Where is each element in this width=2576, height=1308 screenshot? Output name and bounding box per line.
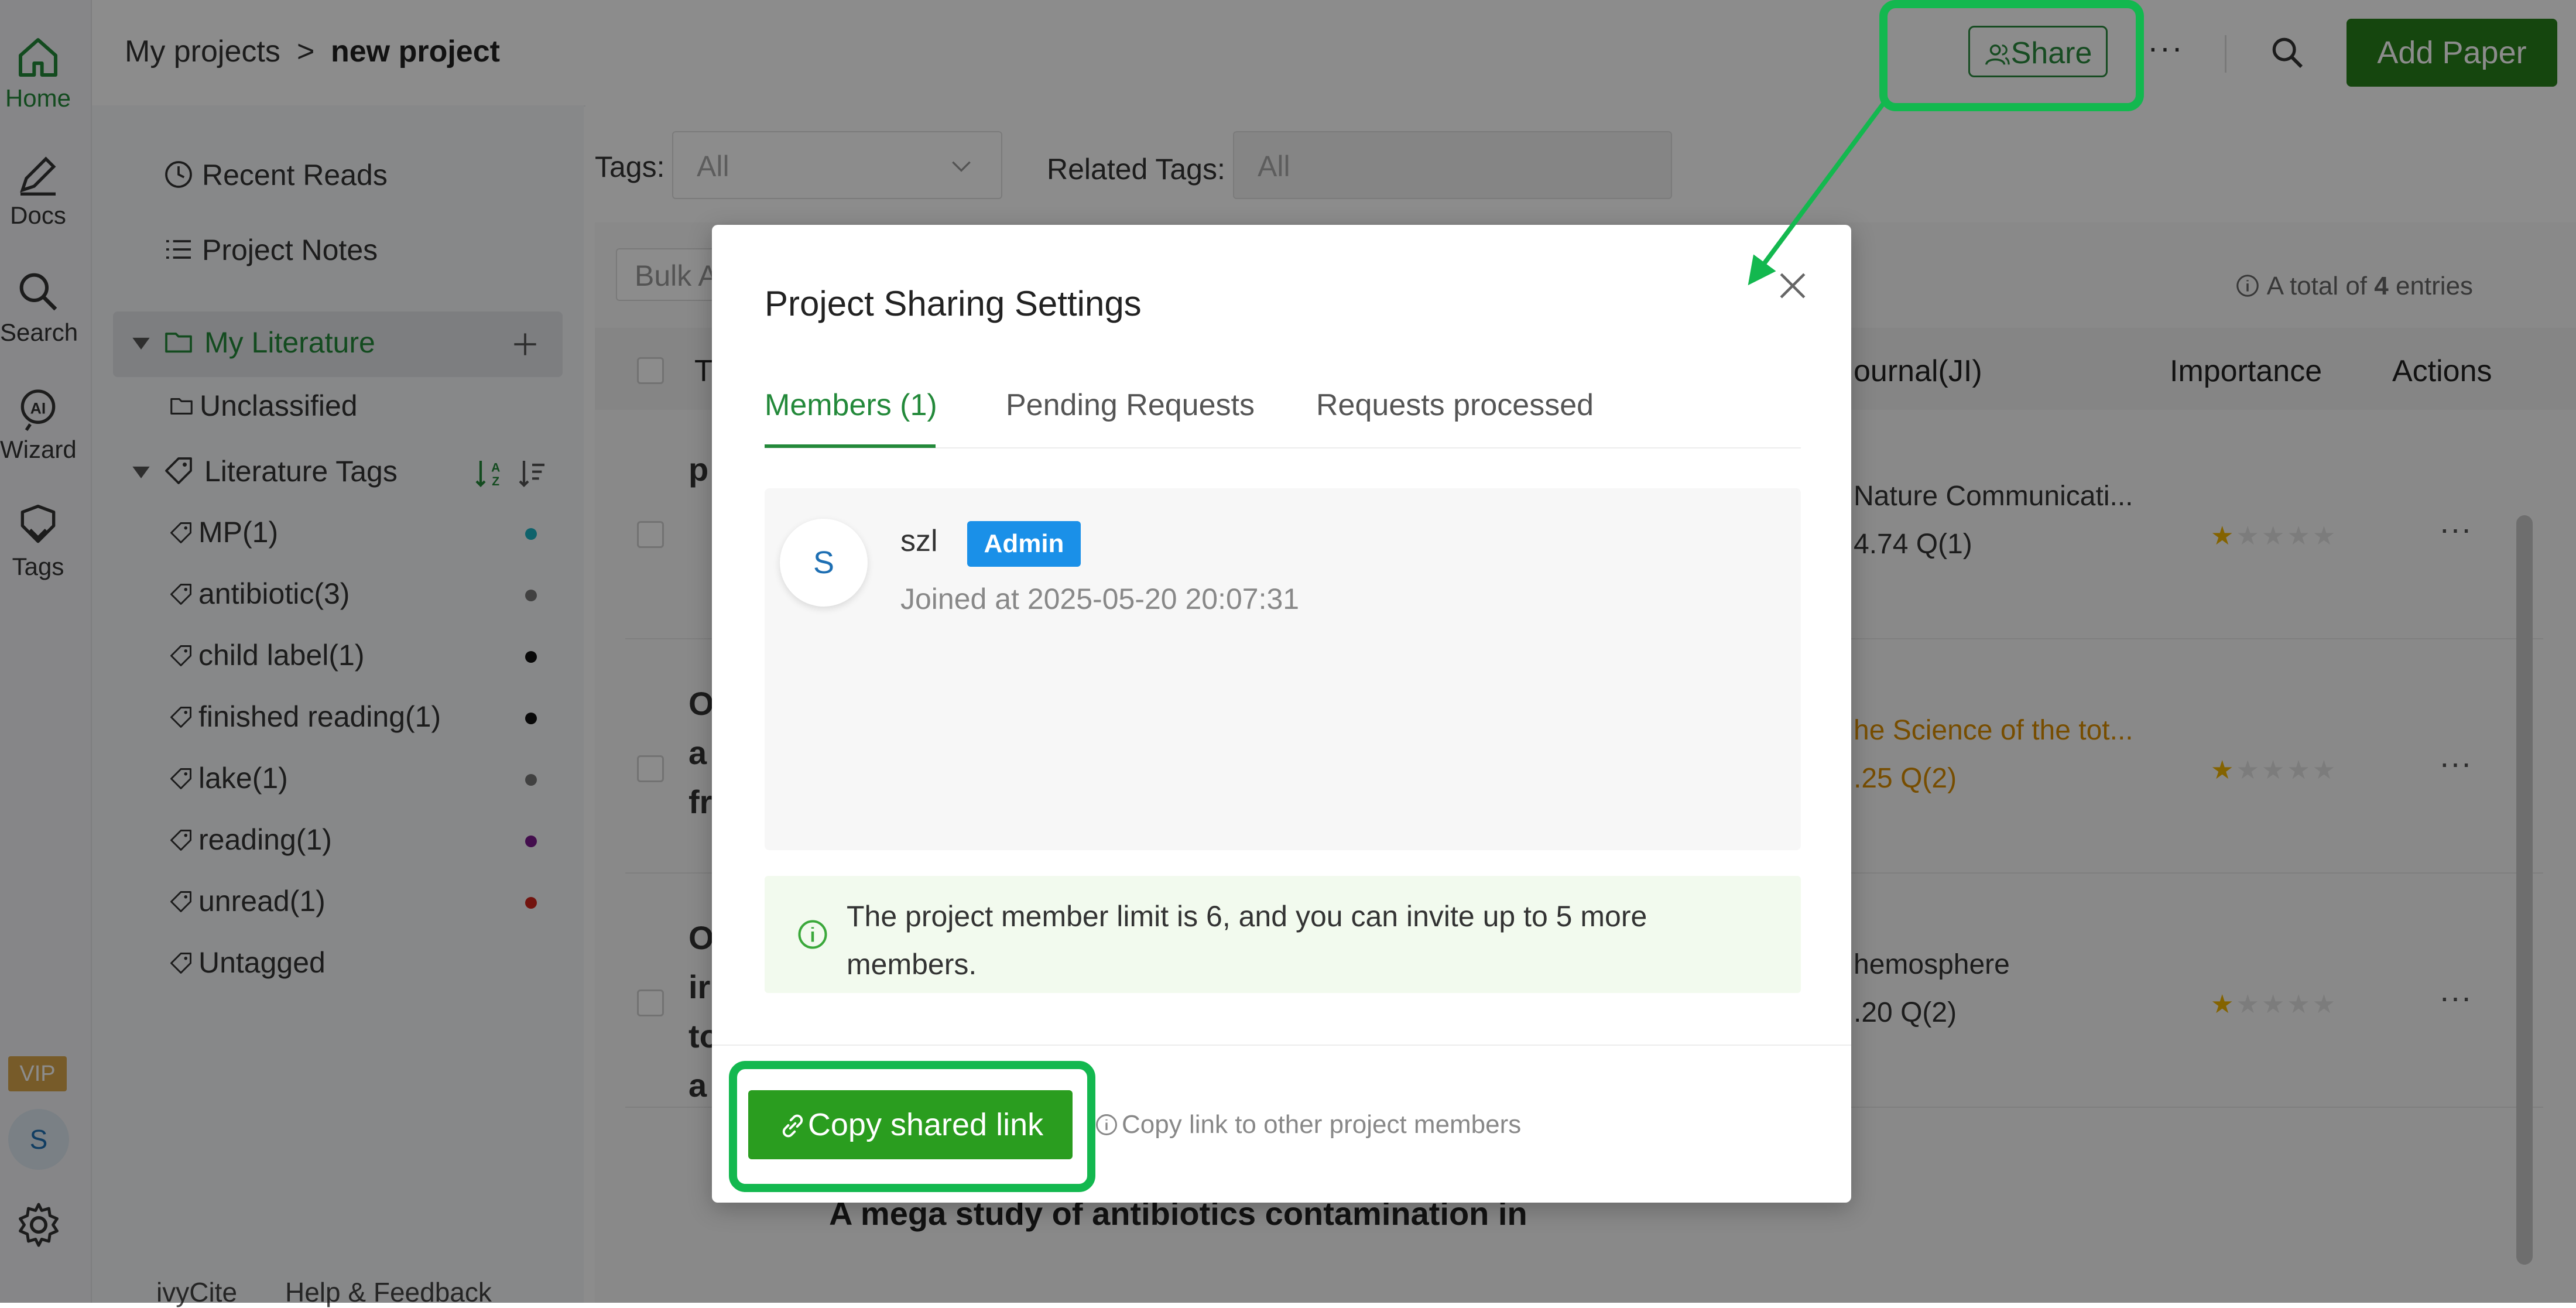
annotation-arrow xyxy=(1748,98,1889,286)
